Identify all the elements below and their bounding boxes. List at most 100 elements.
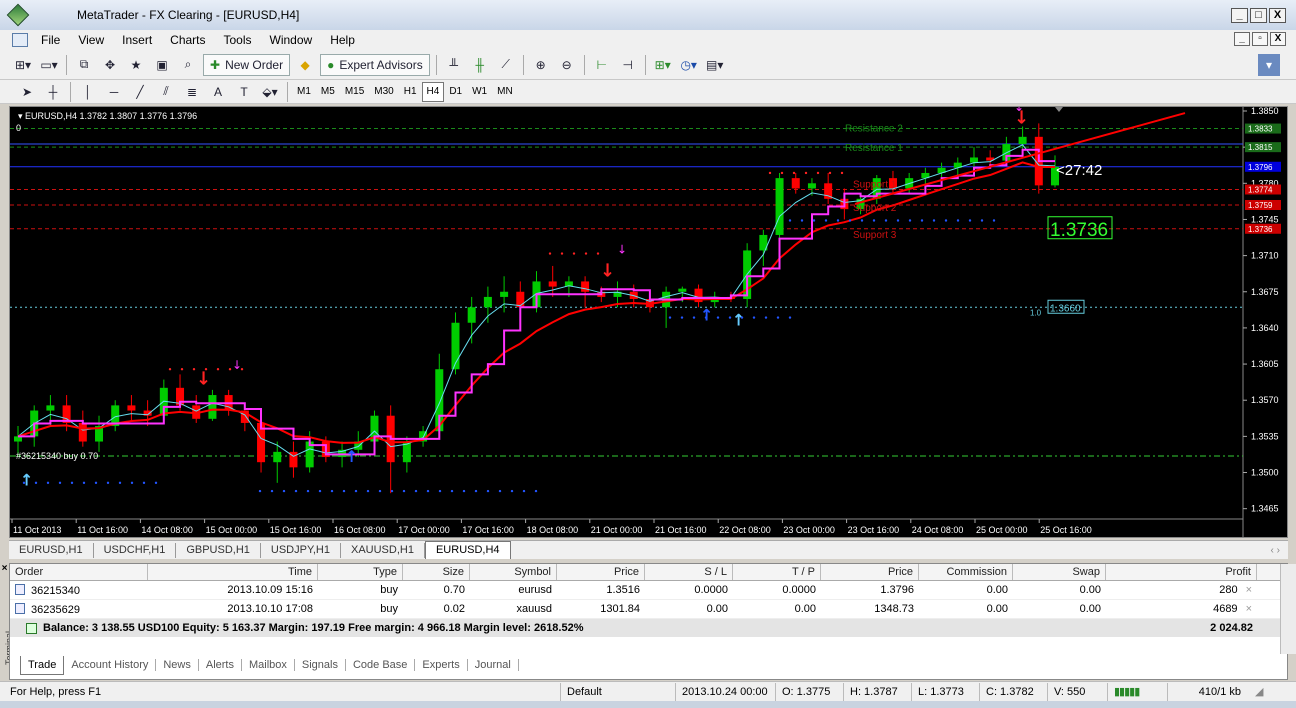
col-symbol[interactable]: Symbol xyxy=(470,564,557,580)
menu-file[interactable]: File xyxy=(32,33,69,47)
cursor-icon[interactable]: ➤ xyxy=(16,81,38,103)
terminal-tab-experts[interactable]: Experts xyxy=(415,659,468,671)
mdi-minimize-button[interactable]: _ xyxy=(1234,32,1250,46)
col-profit[interactable]: Profit xyxy=(1106,564,1257,580)
chart-tab-usdchf-h1[interactable]: USDCHF,H1 xyxy=(94,542,177,558)
timeframe-mn[interactable]: MN xyxy=(492,82,518,102)
terminal-tab-trade[interactable]: Trade xyxy=(20,655,65,675)
timeframe-m5[interactable]: M5 xyxy=(316,82,340,102)
terminal-tab-signals[interactable]: Signals xyxy=(295,659,346,671)
minimize-button[interactable]: _ xyxy=(1231,8,1248,23)
strategy-tester-icon[interactable]: ⌕ xyxy=(177,54,199,76)
expert-advisors-button[interactable]: ● Expert Advisors xyxy=(320,53,430,76)
chart-tab-usdjpy-h1[interactable]: USDJPY,H1 xyxy=(261,542,341,558)
terminal-tab-news[interactable]: News xyxy=(156,659,199,671)
terminal-tab-mailbox[interactable]: Mailbox xyxy=(242,659,295,671)
mdi-restore-button[interactable]: ▫ xyxy=(1252,32,1268,46)
auto-scroll-icon[interactable]: ⊢ xyxy=(591,54,613,76)
resistance-dot xyxy=(816,171,820,175)
support-dot xyxy=(270,489,274,493)
text-tool-icon[interactable]: A xyxy=(207,81,229,103)
terminal-tab-code-base[interactable]: Code Base xyxy=(346,659,416,671)
chart-canvas[interactable]: Resistance 2 Resistance 1 Support 1 Support… xyxy=(10,107,1287,537)
chart-shift-icon[interactable]: ⊣ xyxy=(617,54,639,76)
alerts-icon[interactable]: ▾ xyxy=(1258,53,1280,76)
buy-order-label: #36215340 buy 0.70 xyxy=(16,451,98,461)
new-order-button[interactable]: ✚ New Order xyxy=(203,53,291,76)
timeframe-h4[interactable]: H4 xyxy=(421,81,445,102)
col-order[interactable]: Order xyxy=(10,564,148,580)
col-commission[interactable]: Commission xyxy=(919,564,1013,580)
timeframe-h1[interactable]: H1 xyxy=(399,82,422,102)
col-type[interactable]: Type xyxy=(318,564,403,580)
vertical-line-icon[interactable]: │ xyxy=(77,81,99,103)
menu-tools[interactable]: Tools xyxy=(215,33,261,47)
col-size[interactable]: Size xyxy=(403,564,470,580)
support-dot xyxy=(992,219,996,222)
timeframe-m15[interactable]: M15 xyxy=(340,82,369,102)
mdi-close-button[interactable]: X xyxy=(1270,32,1286,46)
col-sl[interactable]: S / L xyxy=(645,564,733,580)
data-window-icon[interactable]: ✥ xyxy=(99,54,121,76)
small-price-prefix: 1.0 xyxy=(1030,308,1042,317)
close-order-icon[interactable]: × xyxy=(1246,584,1252,596)
connection-status-icon[interactable]: ▮▮▮▮▮ xyxy=(1107,682,1167,701)
col-current-price[interactable]: Price xyxy=(821,564,919,580)
indicators-icon[interactable]: ⊞▾ xyxy=(652,54,674,76)
fibonacci-icon[interactable]: ≣ xyxy=(181,81,203,103)
close-order-icon[interactable]: × xyxy=(1246,603,1252,615)
text-label-icon[interactable]: T xyxy=(233,81,255,103)
terminal-tab-journal[interactable]: Journal xyxy=(468,659,519,671)
menu-window[interactable]: Window xyxy=(261,33,322,47)
terminal-tab-alerts[interactable]: Alerts xyxy=(199,659,242,671)
maximize-button[interactable]: □ xyxy=(1250,8,1267,23)
terminal-icon[interactable]: ▣ xyxy=(151,54,173,76)
col-time[interactable]: Time xyxy=(148,564,318,580)
crosshair-icon[interactable]: ┼ xyxy=(42,81,64,103)
arrows-icon[interactable]: ⬙▾ xyxy=(259,81,281,103)
navigator-icon[interactable]: ★ xyxy=(125,54,147,76)
zoom-in-icon[interactable]: ⊕ xyxy=(530,54,552,76)
menu-insert[interactable]: Insert xyxy=(113,33,161,47)
trendline-icon[interactable]: ╱ xyxy=(129,81,151,103)
table-row[interactable]: 36235629 2013.10.10 17:08 buy 0.02 xauus… xyxy=(10,600,1287,619)
timeframe-d1[interactable]: D1 xyxy=(444,82,467,102)
zoom-out-icon[interactable]: ⊖ xyxy=(556,54,578,76)
col-tp[interactable]: T / P xyxy=(733,564,821,580)
col-price[interactable]: Price xyxy=(557,564,645,580)
terminal-tabs: Trade Account History News Alerts Mailbo… xyxy=(20,655,519,675)
document-icon[interactable] xyxy=(12,33,28,47)
table-row[interactable]: 36215340 2013.10.09 15:16 buy 0.70 eurus… xyxy=(10,581,1287,600)
resize-grip-icon[interactable]: ◢ xyxy=(1255,685,1263,698)
periods-icon[interactable]: ◷▾ xyxy=(678,54,700,76)
status-profile[interactable]: Default xyxy=(560,682,675,701)
line-chart-icon[interactable]: ⟋ xyxy=(495,54,517,76)
metaeditor-icon[interactable]: ◆ xyxy=(294,54,316,76)
menu-help[interactable]: Help xyxy=(321,33,364,47)
tab-scroll-arrows[interactable]: ‹ › xyxy=(1271,545,1280,556)
bar-chart-icon[interactable]: ╨ xyxy=(443,54,465,76)
chart-tab-gbpusd-h1[interactable]: GBPUSD,H1 xyxy=(176,542,261,558)
terminal-tab-account-history[interactable]: Account History xyxy=(64,659,157,671)
price-chart[interactable]: Resistance 2 Resistance 1 Support 1 Support… xyxy=(9,106,1288,538)
equidistant-channel-icon[interactable]: ⫽ xyxy=(155,81,177,103)
timeframe-m30[interactable]: M30 xyxy=(369,82,398,102)
market-watch-icon[interactable]: ⧉ xyxy=(73,54,95,76)
new-chart-icon[interactable]: ⊞▾ xyxy=(12,54,34,76)
timeframe-w1[interactable]: W1 xyxy=(467,82,492,102)
templates-icon[interactable]: ▤▾ xyxy=(704,54,726,76)
close-button[interactable]: X xyxy=(1269,8,1286,23)
resistance-dot xyxy=(204,368,208,371)
horizontal-line-icon[interactable]: ─ xyxy=(103,81,125,103)
timeframe-m1[interactable]: M1 xyxy=(292,82,316,102)
menu-view[interactable]: View xyxy=(69,33,113,47)
chart-tab-eurusd-h4[interactable]: EURUSD,H4 xyxy=(424,541,511,559)
candlestick-icon[interactable]: ╫ xyxy=(469,54,491,76)
menu-charts[interactable]: Charts xyxy=(161,33,214,47)
profiles-icon[interactable]: ▭▾ xyxy=(38,54,60,76)
col-swap[interactable]: Swap xyxy=(1013,564,1106,580)
terminal-close-icon[interactable]: × xyxy=(0,563,9,574)
chart-tab-xauusd-h1[interactable]: XAUUSD,H1 xyxy=(341,542,425,558)
chart-tab-eurusd-h1[interactable]: EURUSD,H1 xyxy=(9,542,94,558)
terminal-scrollbar[interactable] xyxy=(1280,564,1296,654)
